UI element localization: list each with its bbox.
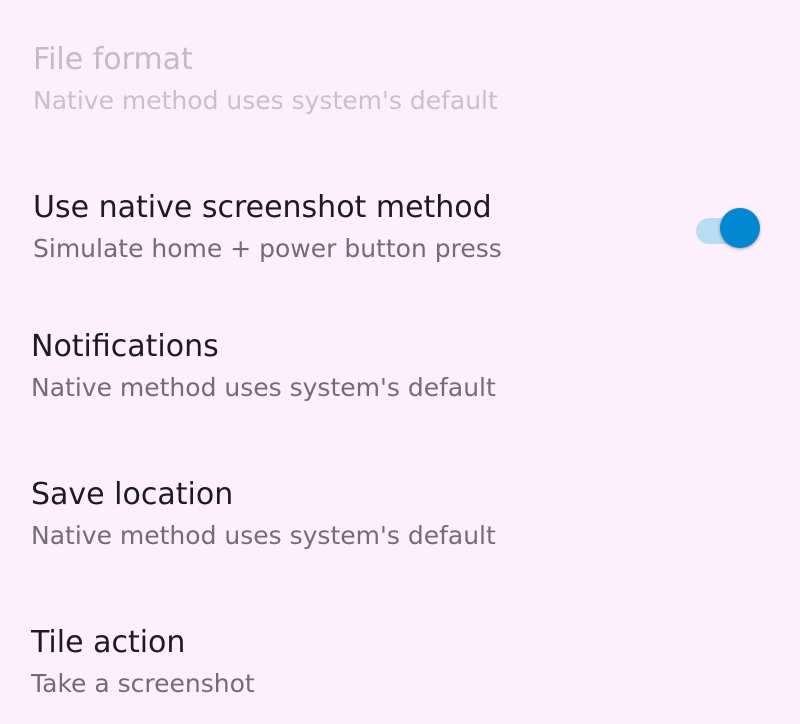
pref-title: Notifications	[31, 329, 219, 364]
pref-title: Save location	[31, 477, 234, 512]
pref-notifications[interactable]: Notifications Native method uses system'…	[0, 300, 800, 450]
switch-thumb	[720, 208, 760, 248]
pref-title: Tile action	[31, 625, 186, 660]
native-screenshot-toggle[interactable]	[694, 205, 762, 249]
pref-summary: Native method uses system's default	[31, 521, 496, 550]
pref-use-native-screenshot-method[interactable]: Use native screenshot method Simulate ho…	[0, 150, 800, 300]
pref-title: File format	[33, 42, 193, 77]
pref-save-location[interactable]: Save location Native method uses system'…	[0, 450, 800, 600]
pref-tile-action[interactable]: Tile action Take a screenshot	[0, 600, 800, 724]
pref-summary: Native method uses system's default	[33, 86, 498, 115]
preferences-list: File format Native method uses system's …	[0, 0, 800, 724]
pref-summary: Native method uses system's default	[31, 373, 496, 402]
pref-title: Use native screenshot method	[33, 190, 492, 225]
pref-summary: Simulate home + power button press	[33, 234, 502, 263]
pref-file-format[interactable]: File format Native method uses system's …	[0, 0, 800, 150]
pref-summary: Take a screenshot	[31, 669, 255, 698]
